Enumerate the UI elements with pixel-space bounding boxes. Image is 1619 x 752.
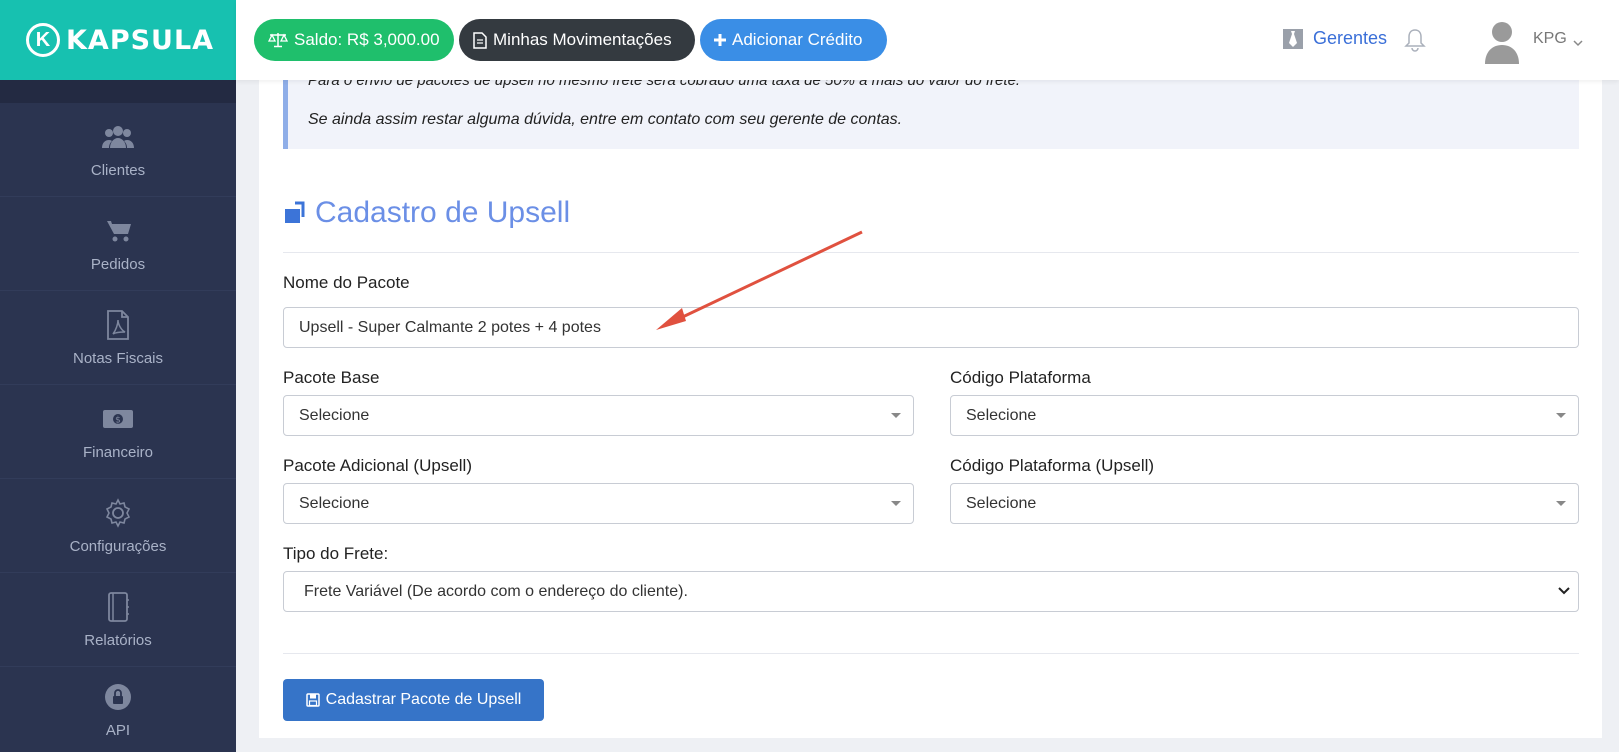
sidebar: K KAPSULA Clientes Pedidos Notas Fiscais… xyxy=(0,0,236,752)
codigo-plataforma-value: Selecione xyxy=(966,406,1037,424)
form-title-text: Cadastro de Upsell xyxy=(315,196,571,229)
logo[interactable]: K KAPSULA xyxy=(0,0,236,80)
sidebar-item-relatorios[interactable]: Relatórios xyxy=(0,573,236,667)
sidebar-item-pedidos[interactable]: Pedidos xyxy=(0,197,236,291)
avatar xyxy=(1483,20,1521,69)
kapsula-logo-icon: K xyxy=(26,23,60,57)
top-header: Saldo: R$ 3,000.00 Minhas Movimentações … xyxy=(236,0,1619,80)
sidebar-item-configuracoes[interactable]: Configurações xyxy=(0,479,236,573)
sidebar-item-label: Financeiro xyxy=(82,444,154,461)
pdf-file-icon xyxy=(101,308,135,342)
info-callout: Para o envio de pacotes de upsell no mes… xyxy=(283,80,1579,149)
adicionar-credito-label: Adicionar Crédito xyxy=(732,30,863,49)
brand-name: KAPSULA xyxy=(66,24,215,56)
sidebar-item-label: Pedidos xyxy=(90,256,146,273)
chevron-down-icon xyxy=(1558,584,1570,603)
pacote-adicional-value: Selecione xyxy=(299,494,370,512)
gear-icon xyxy=(101,496,135,530)
gerentes-label: Gerentes xyxy=(1313,28,1388,48)
saldo-label: Saldo: R$ 3,000.00 xyxy=(294,30,440,49)
pacote-adicional-select[interactable]: Selecione xyxy=(283,483,914,524)
sidebar-gap xyxy=(0,80,236,103)
adicionar-credito-button[interactable]: Adicionar Crédito xyxy=(700,19,887,61)
form-title: Cadastro de Upsell xyxy=(283,196,570,230)
money-icon: $ xyxy=(101,402,135,436)
user-menu[interactable]: KPG xyxy=(1483,20,1583,69)
plus-icon xyxy=(714,34,726,46)
sidebar-item-financeiro[interactable]: $ Financeiro xyxy=(0,385,236,479)
sidebar-item-api[interactable]: API xyxy=(0,667,236,752)
nome-pacote-label: Nome do Pacote xyxy=(283,273,410,292)
callout-line-2: Se ainda assim restar alguma dúvida, ent… xyxy=(308,111,903,128)
sidebar-item-clientes[interactable]: Clientes xyxy=(0,103,236,197)
document-icon xyxy=(473,31,487,49)
pacote-base-select[interactable]: Selecione xyxy=(283,395,914,436)
tipo-frete-select[interactable]: Frete Variável (De acordo com o endereço… xyxy=(283,571,1579,612)
movimentacoes-label: Minhas Movimentações xyxy=(493,30,672,49)
users-icon xyxy=(101,120,135,154)
sidebar-item-label: Configurações xyxy=(69,538,167,555)
pacote-base-label: Pacote Base xyxy=(283,368,380,387)
tipo-frete-label: Tipo do Frete: xyxy=(283,544,389,563)
tie-icon xyxy=(1283,28,1303,49)
user-name: KPG xyxy=(1533,30,1567,47)
chevron-down-icon xyxy=(1573,34,1583,52)
sidebar-item-label: API xyxy=(105,722,131,739)
caret-down-icon xyxy=(891,413,901,418)
codigo-plataforma-upsell-value: Selecione xyxy=(966,494,1037,512)
pacote-adicional-label: Pacote Adicional (Upsell) xyxy=(283,456,472,475)
floppy-disk-icon xyxy=(305,693,320,707)
codigo-plataforma-upsell-label: Código Plataforma (Upsell) xyxy=(950,456,1155,475)
sidebar-item-notas-fiscais[interactable]: Notas Fiscais xyxy=(0,291,236,385)
sidebar-item-label: Clientes xyxy=(90,162,146,179)
codigo-plataforma-upsell-select[interactable]: Selecione xyxy=(950,483,1579,524)
svg-text:$: $ xyxy=(115,416,121,426)
divider xyxy=(283,252,1579,253)
notebook-icon xyxy=(101,590,135,624)
box-icon xyxy=(285,201,305,223)
codigo-plataforma-label: Código Plataforma xyxy=(950,368,1091,387)
sidebar-item-label: Relatórios xyxy=(84,632,152,649)
nome-pacote-input[interactable]: Upsell - Super Calmante 2 potes + 4 pote… xyxy=(283,307,1579,348)
pacote-base-value: Selecione xyxy=(299,406,370,424)
balance-scale-icon xyxy=(268,32,288,48)
caret-down-icon xyxy=(891,501,901,506)
caret-down-icon xyxy=(1556,501,1566,506)
divider xyxy=(283,653,1579,654)
bell-icon[interactable] xyxy=(1404,28,1426,57)
codigo-plataforma-select[interactable]: Selecione xyxy=(950,395,1579,436)
cadastrar-pacote-button[interactable]: Cadastrar Pacote de Upsell xyxy=(283,679,544,721)
minhas-movimentacoes-button[interactable]: Minhas Movimentações xyxy=(459,19,695,61)
gerentes-link[interactable]: Gerentes xyxy=(1283,28,1387,49)
tipo-frete-value: Frete Variável (De acordo com o endereço… xyxy=(304,582,688,600)
saldo-button[interactable]: Saldo: R$ 3,000.00 xyxy=(254,19,454,61)
caret-down-icon xyxy=(1556,413,1566,418)
upsell-form-card: Para o envio de pacotes de upsell no mes… xyxy=(259,80,1602,738)
cart-icon xyxy=(101,214,135,248)
lock-icon xyxy=(101,680,135,714)
submit-label: Cadastrar Pacote de Upsell xyxy=(325,691,522,708)
sidebar-item-label: Notas Fiscais xyxy=(72,350,164,367)
